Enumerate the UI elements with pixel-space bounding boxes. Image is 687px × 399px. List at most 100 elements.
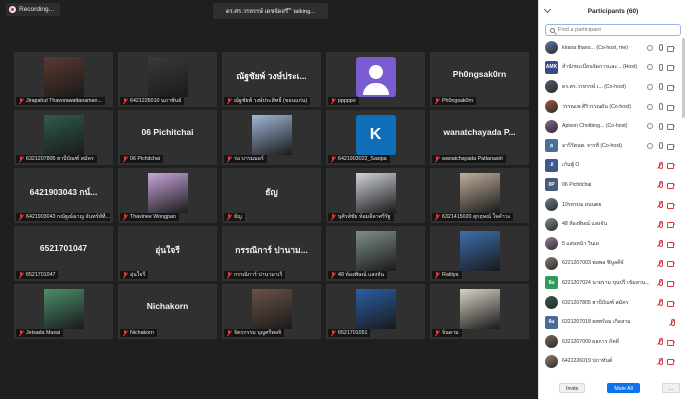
video-tile[interactable]: 6421226010 นภาพันธ์ <box>118 52 217 107</box>
recording-label: Recording... <box>19 6 55 13</box>
participant-row[interactable]: 0P 06 Pichitchai <box>539 175 681 195</box>
collapse-chevron-icon[interactable] <box>543 5 552 14</box>
camera-off-icon[interactable] <box>667 339 675 346</box>
video-tile[interactable]: 6321415020 สุกฤษณ์ ใจคำวะ <box>430 168 529 223</box>
mic-icon[interactable] <box>657 83 663 91</box>
mic-muted-icon <box>434 214 440 220</box>
video-tile[interactable]: จิตรกรรม บุญศรีพลจิ <box>222 284 321 339</box>
camera-off-icon[interactable] <box>667 182 675 189</box>
mic-icon[interactable] <box>657 44 663 52</box>
camera-icon[interactable] <box>667 143 675 150</box>
participant-row[interactable]: 6u 6221207024 นายราม ขุนปรี เข้มสวน... <box>539 273 681 293</box>
video-tile[interactable]: 06 Pichitchai 06 Pichitchai <box>118 110 217 165</box>
video-tile[interactable]: 6521701051 <box>326 284 425 339</box>
camera-off-icon[interactable] <box>667 280 675 287</box>
camera-off-icon[interactable] <box>667 300 675 307</box>
camera-icon[interactable] <box>667 104 675 111</box>
camera-off-icon[interactable] <box>667 202 675 209</box>
video-tile[interactable]: Jetsada Masai <box>14 284 113 339</box>
video-tile[interactable]: 6321207805 ฮาบีบัณฑ์ สมัคร <box>14 110 113 165</box>
camera-off-icon[interactable] <box>667 221 675 229</box>
tile-name-label: Ph0ngsak0rn <box>432 97 477 105</box>
tile-name-text: 6521701047 <box>26 272 56 278</box>
video-tile[interactable]: Nichakorn Nichakorn <box>118 284 217 339</box>
tile-name-text: 6421226010 นภาพันธ์ <box>130 98 182 104</box>
mic-muted-icon[interactable] <box>657 201 663 209</box>
mic-icon[interactable] <box>657 122 663 130</box>
camera-icon[interactable] <box>667 84 675 91</box>
video-tile[interactable]: wanatchayada P... wanatchayada Pattanasir… <box>430 110 529 165</box>
video-tile[interactable]: อุ่นใจรี อุ่นใจรี <box>118 226 217 281</box>
participant-row[interactable]: 6321207805 ฮาบีบัณฑ์ สมัคร <box>539 293 681 313</box>
video-tile[interactable]: 6421903043 กน์... 6421903043 กณัฐณ์ฉาญ จั… <box>14 168 113 223</box>
search-input[interactable] <box>558 27 668 33</box>
mic-muted-icon[interactable] <box>657 240 663 248</box>
camera-icon[interactable] <box>667 123 675 131</box>
mic-icon[interactable] <box>657 103 663 111</box>
participant-row[interactable]: .il เก้นพู้ O <box>539 156 681 176</box>
participant-row[interactable]: 10รหรบม ยนนตย <box>539 195 681 215</box>
tile-name-text: Thavinee Wongpan <box>130 214 176 220</box>
participant-row[interactable]: 6321207009 ผลการ ภัคดี <box>539 332 681 352</box>
participant-row[interactable]: AMK สำนักทะเบียนจัดการและ... (Host) <box>539 58 681 78</box>
participant-list-scrollbar[interactable] <box>682 38 685 118</box>
mic-muted-icon[interactable] <box>657 279 663 287</box>
video-tile[interactable]: K 6421903022_Sasipa <box>326 110 425 165</box>
share-status-icon <box>647 142 653 149</box>
participant-row[interactable]: 6u 6321207018 ยศพร้อม เกิดสาม <box>539 312 681 332</box>
video-tile[interactable]: ร่อ บารมมอร์ <box>222 110 321 165</box>
participant-row[interactable]: Apison Chotbing... (Co-host) <box>539 116 681 136</box>
video-tile[interactable]: ณัฐชัยพ์ วงษ์ประเ... ณัฐชัยพ์ วงษ์ประสิทธ… <box>222 52 321 107</box>
video-tile[interactable]: pppppo <box>326 52 425 107</box>
recording-indicator[interactable]: Recording... <box>6 3 61 16</box>
video-tile[interactable]: จินดาม <box>430 284 529 339</box>
mic-muted-icon[interactable] <box>669 318 675 326</box>
default-avatar-icon <box>355 57 396 97</box>
mic-muted-icon <box>434 330 440 336</box>
participant-row[interactable]: kirana thano... (Co-host, me) <box>539 38 681 58</box>
camera-off-icon[interactable] <box>667 162 675 170</box>
participant-row[interactable]: 48 ห้องพิษณ์ แสงจัน <box>539 214 681 234</box>
video-tile[interactable]: 6521701047 6521701047 <box>14 226 113 281</box>
participant-video <box>355 289 396 329</box>
more-options-button[interactable]: ... <box>661 383 680 393</box>
mic-muted-icon <box>18 214 24 220</box>
video-tile[interactable]: บุศิรส์ชัย ห้อมลีลาศรีรัฐ <box>326 168 425 223</box>
camera-icon[interactable] <box>667 45 675 52</box>
participant-row[interactable]: วรรณเพ ศิริวรรณผัน (Co-host) <box>539 97 681 117</box>
mute-all-button[interactable]: Mute All <box>607 383 640 393</box>
camera-off-icon[interactable] <box>667 358 675 366</box>
mic-muted-icon[interactable] <box>657 259 663 267</box>
avatar <box>545 237 558 251</box>
mic-muted-icon[interactable] <box>657 357 663 365</box>
camera-off-icon[interactable] <box>667 260 675 268</box>
mic-icon[interactable] <box>657 142 663 150</box>
camera-off-icon[interactable] <box>667 241 675 248</box>
participant-row[interactable]: 5 แสนหน้า วินเผ <box>539 234 681 254</box>
participant-row[interactable]: ดร.ศร.วรหรรษ์ เ... (Co-host) <box>539 77 681 97</box>
participant-status-icons <box>657 161 681 170</box>
video-tile[interactable]: Jirapahut Thavorawattanaman... <box>14 52 113 107</box>
mic-icon[interactable] <box>657 63 663 71</box>
camera-icon[interactable] <box>667 64 675 72</box>
mic-muted-icon[interactable] <box>657 220 663 228</box>
participant-row[interactable]: อ อารีรัตนพ. จารที (Co-host) <box>539 136 681 156</box>
invite-button[interactable]: Invite <box>559 383 586 393</box>
video-tile[interactable]: Thavinee Wongpan <box>118 168 217 223</box>
participant-list: kirana thano... (Co-host, me) AMK สำนักทะเ… <box>539 38 681 371</box>
tile-name-text: Jetsada Masai <box>26 330 61 336</box>
participant-row[interactable]: 6421226019 ปภาทันต์ <box>539 352 681 372</box>
video-tile[interactable]: กรรณิการ์ ปานาม... กรรณิการ์ ปานามาเรี <box>222 226 321 281</box>
participant-row[interactable]: 6221207003 พลพล ฟิบูลคีจ้ <box>539 254 681 274</box>
mic-muted-icon <box>226 272 232 278</box>
mic-muted-icon[interactable] <box>657 181 663 189</box>
video-tile[interactable]: ธัญ ธัญ <box>222 168 321 223</box>
mic-muted-icon[interactable] <box>657 338 663 346</box>
participant-name: สำนักทะเบียนจัดการและ... (Host) <box>562 64 638 71</box>
video-tile[interactable]: 48 ห้องพิษณ์ แสงจัน <box>326 226 425 281</box>
video-tile[interactable]: Rattiya <box>430 226 529 281</box>
mic-muted-icon[interactable] <box>657 299 663 307</box>
video-tile[interactable]: Ph0ngsak0rn Ph0ngsak0rn <box>430 52 529 107</box>
mic-muted-icon[interactable] <box>657 161 663 169</box>
participant-search[interactable] <box>545 24 681 36</box>
